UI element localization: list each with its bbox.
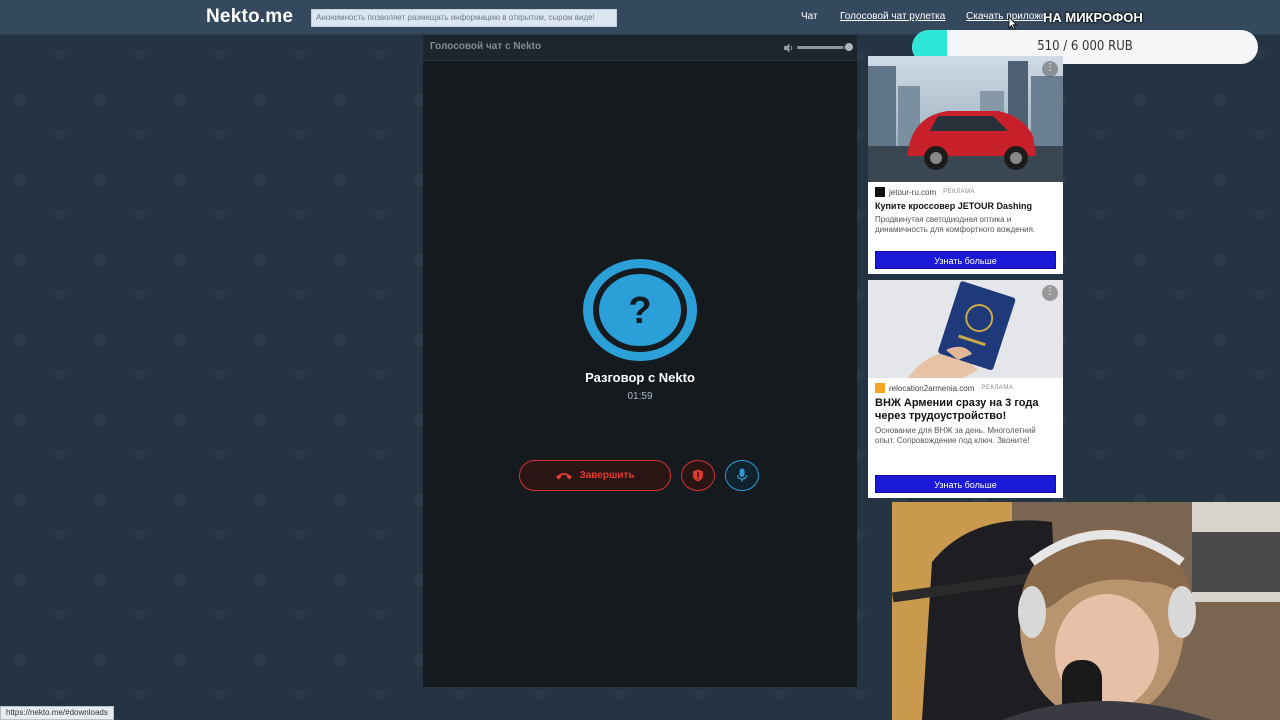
status-bar-url: https://nekto.me/#downloads bbox=[0, 706, 114, 720]
passport-in-hand-photo[interactable]: ⋮ bbox=[868, 280, 1063, 378]
microphone-icon bbox=[736, 468, 748, 482]
relocation-favicon-icon bbox=[875, 383, 885, 393]
site-logo[interactable]: Nekto.me bbox=[206, 6, 293, 28]
chat-header-title: Голосовой чат с Nekto bbox=[430, 41, 542, 52]
volume-slider[interactable] bbox=[797, 46, 851, 49]
mouse-cursor-icon bbox=[1008, 16, 1018, 30]
ad-domain: relocation2armenia.com bbox=[889, 383, 975, 393]
ad-description: Основание для ВНЖ за день. Многолетний о… bbox=[875, 426, 1036, 445]
volume-slider-knob[interactable] bbox=[845, 43, 853, 51]
nav-link-chat[interactable]: Чат bbox=[801, 11, 818, 22]
ad-label: РЕКЛАМА bbox=[981, 385, 1014, 391]
partner-name: Разговор с Nekto bbox=[585, 370, 695, 385]
volume-slider-fill bbox=[797, 46, 843, 49]
ad-domain: jetour-ru.com bbox=[889, 187, 937, 197]
ad-cta-button[interactable]: Узнать больше bbox=[875, 475, 1056, 493]
ad-card[interactable]: ⋮ relocation2armenia.com РЕКЛАМА ВНЖ Арм… bbox=[868, 280, 1063, 498]
ad-source: relocation2armenia.com РЕКЛАМА bbox=[868, 378, 1063, 394]
streamer-webcam-feed bbox=[892, 502, 1280, 720]
ad-title[interactable]: Купите кроссовер JETOUR Dashing bbox=[868, 198, 1063, 212]
question-mark-icon: ? bbox=[583, 259, 697, 361]
nav-link-download[interactable]: Скачать приложение bbox=[966, 11, 1044, 22]
svg-text:?: ? bbox=[628, 290, 651, 332]
voice-chat-panel: Голосовой чат с Nekto ? Разговор с Nekto… bbox=[423, 35, 857, 687]
nav-link-voice-roulette[interactable]: Голосовой чат рулетка bbox=[840, 11, 945, 22]
ad-description: Продвинутая светодиодная оптика и динами… bbox=[875, 215, 1036, 234]
ad-options-icon[interactable]: ⋮ bbox=[1042, 61, 1058, 77]
jetour-favicon-icon bbox=[875, 187, 885, 197]
ad-source: jetour-ru.com РЕКЛАМА bbox=[868, 182, 1063, 198]
speaker-icon[interactable] bbox=[783, 42, 795, 54]
end-call-button[interactable]: Завершить bbox=[519, 460, 671, 491]
ad-options-icon[interactable]: ⋮ bbox=[1042, 285, 1058, 301]
report-button[interactable] bbox=[681, 460, 715, 491]
microphone-button[interactable] bbox=[725, 460, 759, 491]
anonymity-notice: Анонимность позволяет размещать информац… bbox=[311, 9, 617, 27]
end-call-label: Завершить bbox=[579, 470, 635, 481]
shield-icon bbox=[693, 469, 703, 482]
ad-label: РЕКЛАМА bbox=[943, 189, 976, 195]
ad-card[interactable]: ⋮ jetour-ru.com РЕКЛАМА Купите кроссовер… bbox=[868, 56, 1063, 274]
chat-header: Голосовой чат с Nekto bbox=[423, 35, 857, 61]
ad-title[interactable]: ВНЖ Армении сразу на 3 года через трудоу… bbox=[868, 394, 1063, 423]
donation-goal-title: НА МИКРОФОН bbox=[1043, 10, 1143, 25]
red-suv-city-photo[interactable]: ⋮ bbox=[868, 56, 1063, 182]
ad-cta-button[interactable]: Узнать больше bbox=[875, 251, 1056, 269]
hang-up-icon bbox=[556, 472, 573, 479]
call-timer: 01:59 bbox=[627, 391, 653, 402]
